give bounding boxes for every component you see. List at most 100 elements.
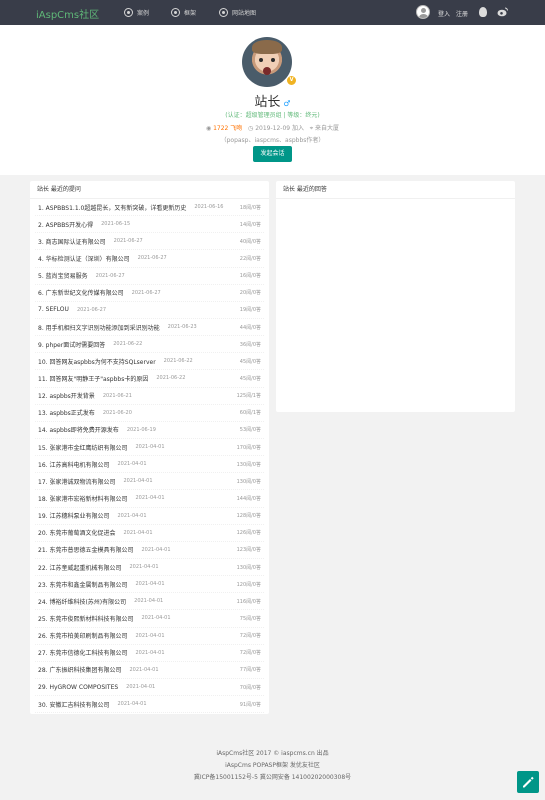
question-date: 2021-04-01 xyxy=(141,546,171,553)
question-date: 2021-06-22 xyxy=(163,358,193,365)
nav-item-sitemap[interactable]: 网站地图 xyxy=(219,8,256,17)
question-stats: 130阅/0答 xyxy=(236,461,261,468)
question-title[interactable]: 12. aspbbs开发背景 xyxy=(35,391,95,400)
question-date: 2021-04-01 xyxy=(135,581,165,588)
question-row[interactable]: 11. 回答网友"明静王子"aspbbs卡的原因 2021-06-22 45阅/0答 xyxy=(35,370,264,388)
question-date: 2021-06-23 xyxy=(167,324,197,331)
edit-fab-button[interactable] xyxy=(517,771,539,793)
question-stats: 72阅/0答 xyxy=(239,650,261,657)
recent-answers-panel: 站长 最近的回答 xyxy=(276,181,515,412)
question-title[interactable]: 10. 回答网友aspbbs为何不支持SQLserver xyxy=(35,357,156,366)
question-title[interactable]: 4. 华标检测认证（深圳）有限公司 xyxy=(35,254,130,263)
question-date: 2021-04-01 xyxy=(117,512,147,519)
question-list: 1. ASPBBS1.1.0超越昆长，又有新突破，详看更新历史 2021-06-1… xyxy=(30,199,269,714)
question-row[interactable]: 10. 回答网友aspbbs为何不支持SQLserver 2021-06-22 45… xyxy=(35,353,264,371)
question-title[interactable]: 6. 广东新世纪文化传媒有限公司 xyxy=(35,288,124,297)
question-stats: 75阅/0答 xyxy=(239,615,261,622)
question-row[interactable]: 29. HyGROW COMPOSITES 2021-04-01 70阅/0答 xyxy=(35,679,264,697)
question-stats: 120阅/0答 xyxy=(236,581,261,588)
user-avatar xyxy=(242,37,292,87)
question-title[interactable]: 8. 用手机相扫文字识别功能添加到采识别功能 xyxy=(35,323,160,332)
login-link[interactable]: 登入 xyxy=(438,9,450,18)
site-logo[interactable]: iAspCms社区 xyxy=(36,6,99,21)
panel-title: 站长 最近的提问 xyxy=(30,181,269,199)
question-title[interactable]: 22. 江苏奎威起重机械有限公司 xyxy=(35,563,121,572)
question-row[interactable]: 22. 江苏奎威起重机械有限公司 2021-04-01 130阅/0答 xyxy=(35,559,264,577)
question-title[interactable]: 30. 安徽汇吉科技有限公司 xyxy=(35,700,109,709)
qq-icon[interactable] xyxy=(479,7,487,17)
question-row[interactable]: 20. 东莞市葡萄酒文化促进会 2021-04-01 126阅/0答 xyxy=(35,525,264,542)
question-row[interactable]: 1. ASPBBS1.1.0超越昆长，又有新突破，详看更新历史 2021-06-1… xyxy=(35,199,264,217)
question-row[interactable]: 19. 江苏穗科泵业有限公司 2021-04-01 128阅/0答 xyxy=(35,508,264,525)
question-date: 2021-06-27 xyxy=(131,289,161,296)
question-row[interactable]: 8. 用手机相扫文字识别功能添加到采识别功能 2021-06-23 44阅/0答 xyxy=(35,319,264,337)
question-row[interactable]: 28. 广东振织科技集团有限公司 2021-04-01 77阅/0答 xyxy=(35,662,264,679)
question-date: 2021-04-01 xyxy=(129,666,159,673)
question-title[interactable]: 5. 蓝尚宝贸易服务 xyxy=(35,271,88,280)
question-title[interactable]: 1. ASPBBS1.1.0超越昆长，又有新突破，详看更新历史 xyxy=(35,203,186,212)
question-title[interactable]: 2. ASPBBS开发心得 xyxy=(35,220,93,229)
weibo-icon[interactable] xyxy=(497,7,508,17)
question-row[interactable]: 26. 东莞市柏美印刷制品有限公司 2021-04-01 72阅/0答 xyxy=(35,628,264,645)
question-title[interactable]: 9. phper面试时需要回答 xyxy=(35,340,105,349)
question-row[interactable]: 4. 华标检测认证（深圳）有限公司 2021-06-27 22阅/0答 xyxy=(35,250,264,268)
question-stats: 72阅/0答 xyxy=(239,633,261,640)
question-row[interactable]: 6. 广东新世纪文化传媒有限公司 2021-06-27 20阅/0答 xyxy=(35,285,264,302)
question-title[interactable]: 7. SEFLOU xyxy=(35,306,69,313)
footer-icp: 冀ICP备15001152号-5 冀公网安备 14100202000308号 xyxy=(193,774,352,781)
question-stats: 18阅/0答 xyxy=(239,204,261,211)
question-date: 2021-04-01 xyxy=(141,615,171,622)
question-title[interactable]: 26. 东莞市柏美印刷制品有限公司 xyxy=(35,631,127,640)
avatar-eye xyxy=(271,58,275,62)
question-title[interactable]: 25. 东莞市俊熙新材料科技有限公司 xyxy=(35,614,133,623)
question-stats: 130阅/0答 xyxy=(236,478,261,485)
question-row[interactable]: 2. ASPBBS开发心得 2021-06-15 14阅/0答 xyxy=(35,216,264,234)
question-title[interactable]: 11. 回答网友"明静王子"aspbbs卡的原因 xyxy=(35,374,148,383)
user-stats: ◉ 1722 飞吻 ◷ 2019-12-09 加入 ⌖ 来自大厦 xyxy=(0,123,545,133)
question-row[interactable]: 5. 蓝尚宝贸易服务 2021-06-27 16阅/0答 xyxy=(35,268,264,285)
question-title[interactable]: 21. 东莞市普思德五金模具有限公司 xyxy=(35,545,133,554)
nav-item-label: 框架 xyxy=(184,10,197,17)
question-title[interactable]: 28. 广东振织科技集团有限公司 xyxy=(35,665,121,674)
question-row[interactable]: 23. 东莞市和鑫金属制品有限公司 2021-04-01 120阅/0答 xyxy=(35,576,264,594)
question-title[interactable]: 17. 张家港诚双物流有限公司 xyxy=(35,477,115,486)
question-row[interactable]: 15. 张家港市金红鹰纺织有限公司 2021-04-01 170阅/0答 xyxy=(35,439,264,457)
question-stats: 70阅/0答 xyxy=(239,684,261,691)
question-row[interactable]: 17. 张家港诚双物流有限公司 2021-04-01 130阅/0答 xyxy=(35,473,264,491)
question-row[interactable]: 7. SEFLOU 2021-06-27 19阅/0答 xyxy=(35,302,264,319)
question-row[interactable]: 18. 张家港市宏裕新材料有限公司 2021-04-01 144阅/0答 xyxy=(35,490,264,508)
question-row[interactable]: 14. aspbbs即将免费开源发布 2021-06-19 53阅/0答 xyxy=(35,422,264,439)
case-icon xyxy=(124,8,133,17)
question-row[interactable]: 9. phper面试时需要回答 2021-06-22 36阅/0答 xyxy=(35,336,264,354)
male-icon: ♂ xyxy=(283,99,291,108)
question-title[interactable]: 24. 博裕纤维科技(苏州)有限公司 xyxy=(35,597,126,606)
question-title[interactable]: 16. 江苏高科电机有限公司 xyxy=(35,460,109,469)
question-title[interactable]: 3. 商志国际认证有限公司 xyxy=(35,237,106,246)
question-row[interactable]: 16. 江苏高科电机有限公司 2021-04-01 130阅/0答 xyxy=(35,456,264,474)
guest-avatar-icon[interactable] xyxy=(416,5,430,19)
question-title[interactable]: 13. aspbbs正式发布 xyxy=(35,408,95,417)
question-row[interactable]: 3. 商志国际认证有限公司 2021-06-27 40阅/0答 xyxy=(35,233,264,251)
question-title[interactable]: 20. 东莞市葡萄酒文化促进会 xyxy=(35,528,115,537)
nav-item-case[interactable]: 案例 xyxy=(124,8,149,17)
question-row[interactable]: 21. 东莞市普思德五金模具有限公司 2021-04-01 123阅/0答 xyxy=(35,542,264,559)
question-title[interactable]: 29. HyGROW COMPOSITES xyxy=(35,684,118,691)
question-row[interactable]: 27. 东莞市信德化工科技有限公司 2021-04-01 72阅/0答 xyxy=(35,645,264,662)
register-link[interactable]: 注册 xyxy=(456,9,468,18)
question-title[interactable]: 14. aspbbs即将免费开源发布 xyxy=(35,425,119,434)
user-role: (认证：超级管理员组 | 等级：终元) xyxy=(225,112,320,119)
question-title[interactable]: 19. 江苏穗科泵业有限公司 xyxy=(35,511,109,520)
question-title[interactable]: 27. 东莞市信德化工科技有限公司 xyxy=(35,648,127,657)
question-row[interactable]: 12. aspbbs开发背景 2021-06-21 125阅/1答 xyxy=(35,388,264,405)
question-row[interactable]: 24. 博裕纤维科技(苏州)有限公司 2021-04-01 116阅/0答 xyxy=(35,593,264,611)
question-row[interactable]: 13. aspbbs正式发布 2021-06-20 60阅/1答 xyxy=(35,405,264,422)
question-row[interactable]: 30. 安徽汇吉科技有限公司 2021-04-01 91阅/0答 xyxy=(35,696,264,714)
question-title[interactable]: 15. 张家港市金红鹰纺织有限公司 xyxy=(35,443,127,452)
nav-item-framework[interactable]: 框架 xyxy=(171,8,196,17)
footer-links[interactable]: iAspCms POPASP框架 发优友社区 xyxy=(0,760,545,772)
question-title[interactable]: 18. 张家港市宏裕新材料有限公司 xyxy=(35,494,127,503)
question-title[interactable]: 23. 东莞市和鑫金属制品有限公司 xyxy=(35,580,127,589)
question-date: 2021-04-01 xyxy=(123,529,153,536)
start-chat-button[interactable]: 发起会话 xyxy=(253,146,292,162)
question-row[interactable]: 25. 东莞市俊熙新材料科技有限公司 2021-04-01 75阅/0答 xyxy=(35,610,264,628)
